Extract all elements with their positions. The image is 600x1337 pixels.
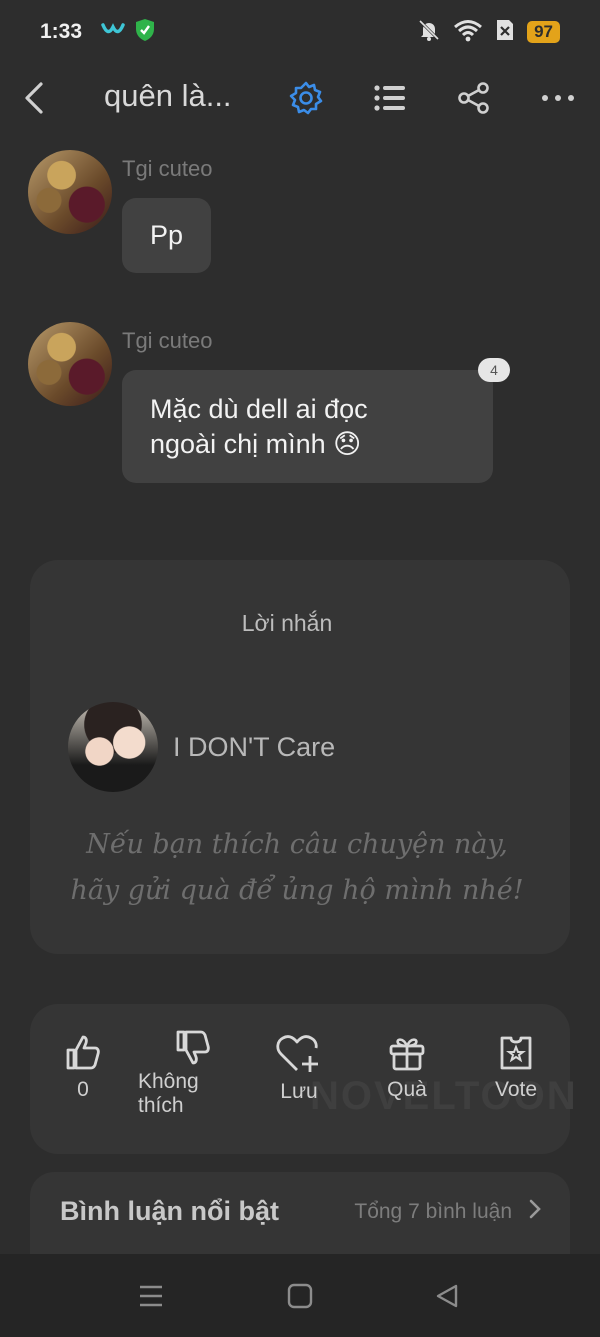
home-button[interactable]	[282, 1278, 318, 1314]
author-avatar[interactable]	[68, 702, 158, 792]
shield-icon	[134, 18, 156, 47]
battery-indicator: 97	[527, 21, 560, 43]
status-bar: 1:33 97	[0, 0, 600, 64]
settings-button[interactable]	[286, 78, 326, 118]
back-button[interactable]	[14, 78, 54, 118]
message-text-line: Mặc dù dell ai đọc	[150, 394, 368, 424]
message-bubble: Mặc dù dell ai đọc ngoài chị mình 😞	[122, 370, 493, 483]
author-note-quote: Nếu bạn thích câu chuyện này, hãy gửi qu…	[30, 822, 564, 914]
share-icon	[458, 82, 489, 114]
gear-icon	[289, 81, 323, 115]
message-text: Pp	[150, 220, 184, 250]
share-button[interactable]	[454, 78, 494, 118]
top-comments-header[interactable]: Bình luận nổi bật Tổng 7 bình luận	[30, 1172, 570, 1256]
sim-error-icon	[495, 18, 515, 47]
wifi-icon	[453, 18, 483, 47]
gift-button[interactable]: Quà	[382, 1034, 432, 1102]
vote-label: Vote	[494, 1078, 538, 1101]
top-app-bar: quên là...	[0, 64, 600, 134]
comments-title: Bình luận nổi bật	[60, 1196, 279, 1226]
recent-apps-button[interactable]	[133, 1278, 169, 1314]
author-name[interactable]: I DON'T Care	[173, 732, 335, 763]
menu-lines-icon	[140, 1285, 162, 1307]
author-note-title: Lời nhắn	[241, 610, 333, 636]
avatar[interactable]	[28, 150, 112, 234]
dislike-label-line: thích	[138, 1094, 184, 1117]
status-time: 1:33	[40, 20, 83, 43]
like-count: 0	[77, 1078, 89, 1101]
avatar[interactable]	[28, 322, 112, 406]
nav-back-button[interactable]	[429, 1278, 465, 1314]
app-notification-icon	[100, 19, 126, 46]
sender-name: Tgi cuteo	[122, 328, 213, 353]
triangle-back-icon	[436, 1284, 458, 1308]
thumbs-down-icon	[176, 1030, 210, 1065]
vote-ticket-icon	[500, 1036, 532, 1070]
dislike-button[interactable]: Không thích	[138, 1028, 242, 1118]
vote-button[interactable]: Vote	[488, 1034, 544, 1102]
chevron-left-icon	[25, 82, 43, 114]
comments-total[interactable]: Tổng 7 bình luận	[354, 1200, 512, 1224]
page-title: quên là...	[104, 78, 232, 113]
comment-count: 4	[490, 362, 498, 378]
square-icon	[287, 1283, 313, 1309]
like-button[interactable]: 0	[62, 1034, 104, 1102]
gift-icon	[389, 1038, 425, 1071]
message-text-line: ngoài chị mình 😞	[150, 429, 362, 459]
more-button[interactable]	[538, 78, 578, 118]
save-button[interactable]: Lưu	[274, 1034, 324, 1104]
chapter-list-button[interactable]	[370, 78, 410, 118]
dislike-label-line: Không	[138, 1070, 199, 1093]
heart-plus-icon	[276, 1035, 318, 1072]
status-app-icons	[100, 18, 156, 47]
list-icon	[374, 85, 405, 111]
sender-name: Tgi cuteo	[122, 156, 213, 181]
save-label: Lưu	[280, 1080, 318, 1103]
chevron-right-icon[interactable]	[528, 1198, 542, 1225]
status-right: 97	[417, 18, 560, 47]
mute-bell-icon	[417, 18, 441, 47]
system-navigation-bar	[0, 1254, 600, 1337]
quote-line: Nếu bạn thích câu chuyện này,	[86, 829, 508, 860]
thumbs-up-icon	[66, 1035, 100, 1070]
author-note-card: Lời nhắn I DON'T Care Nếu bạn thích câu …	[30, 560, 570, 954]
actions-card: NOVELTOON 0 Không thích Lưu Quà Vote	[30, 1004, 576, 1154]
quote-line: hãy gửi quà để ủng hộ mình nhé!	[70, 875, 524, 906]
paragraph-comment-badge[interactable]: 4	[478, 358, 510, 382]
more-dots-icon	[542, 95, 574, 101]
message-bubble: Pp	[122, 198, 212, 273]
gift-label: Quà	[387, 1078, 427, 1101]
